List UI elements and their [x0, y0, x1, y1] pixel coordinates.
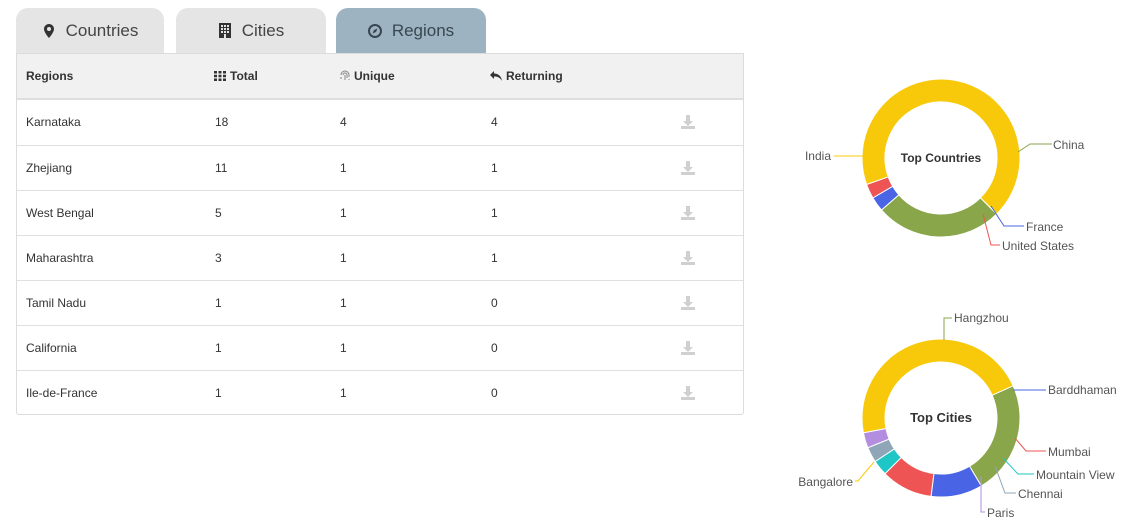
table-row: Karnataka 18 4 4: [17, 100, 743, 145]
leader-line-mumbai: [1014, 437, 1046, 452]
table-row: West Bengal 5 1 1: [17, 190, 743, 236]
leader-line-hangzhou: [943, 317, 952, 340]
slice-label-united-states: United States: [1002, 239, 1074, 253]
top-countries-donut: Top Countries India China France United Sta…: [805, 78, 1085, 253]
slice-label-mountain-view: Mountain View: [1036, 468, 1115, 482]
cell-total: 1: [215, 296, 222, 310]
charts-area: Top Countries India China France United Sta…: [798, 78, 1117, 520]
cell-total: 11: [215, 161, 228, 175]
tab-regions[interactable]: Regions: [336, 8, 486, 53]
tab-label: Regions: [391, 20, 455, 40]
table-row: Zhejiang 11 1 1: [17, 145, 743, 191]
slice-label-chennai: Chennai: [1018, 487, 1063, 501]
top-cities-donut: Top Cities Bangalore Hangzhou Barddhaman Mu…: [798, 311, 1116, 520]
column-header-returning[interactable]: Returning: [490, 54, 563, 98]
slice-label-china: China: [1053, 138, 1085, 152]
cell-region: Karnataka: [26, 115, 81, 129]
cell-unique: 1: [340, 251, 347, 265]
cell-unique: 4: [340, 115, 347, 129]
table-header: Regions Total Unique Returning: [17, 54, 743, 100]
reply-icon: [490, 71, 506, 81]
compass-icon: [367, 23, 382, 39]
download-icon[interactable]: [680, 250, 696, 266]
table-row: Maharashtra 3 1 1: [17, 235, 743, 281]
cell-total: 5: [215, 206, 222, 220]
cell-unique: 1: [340, 206, 347, 220]
fingerprint-icon: [340, 70, 354, 82]
leader-line-bangalore: [855, 461, 875, 482]
cell-returning: 4: [491, 115, 498, 129]
cell-unique: 1: [340, 161, 347, 175]
download-icon[interactable]: [680, 340, 696, 356]
cell-region: Maharashtra: [26, 251, 94, 265]
top-countries-title: Top Countries: [901, 151, 982, 165]
download-icon[interactable]: [680, 295, 696, 311]
map-marker-icon: [42, 23, 56, 39]
leader-line-china: [1017, 143, 1052, 153]
slice-label-barddhaman: Barddhaman: [1048, 383, 1117, 397]
cell-total: 18: [215, 115, 229, 129]
cell-region: Tamil Nadu: [26, 296, 87, 310]
table-row: California 1 1 0: [17, 325, 743, 371]
slice-label-india: India: [805, 149, 831, 163]
slice-label-mumbai: Mumbai: [1048, 445, 1091, 459]
cell-total: 1: [215, 386, 222, 400]
tab-cities[interactable]: Cities: [176, 8, 326, 53]
cell-region: Ile-de-France: [26, 386, 98, 400]
slice-label-hangzhou: Hangzhou: [954, 311, 1009, 325]
cell-unique: 1: [340, 386, 347, 400]
download-icon[interactable]: [680, 114, 696, 130]
tab-label: Cities: [241, 20, 285, 40]
tab-countries[interactable]: Countries: [16, 8, 164, 53]
cell-unique: 1: [340, 341, 347, 355]
column-header-regions[interactable]: Regions: [26, 54, 73, 98]
cell-region: California: [26, 341, 77, 355]
download-icon[interactable]: [680, 160, 696, 176]
download-icon[interactable]: [680, 385, 696, 401]
download-icon[interactable]: [680, 205, 696, 221]
cell-returning: 0: [491, 386, 498, 400]
column-header-unique[interactable]: Unique: [340, 54, 395, 98]
table-row: Tamil Nadu 1 1 0: [17, 280, 743, 326]
top-cities-title: Top Cities: [910, 410, 972, 425]
tab-label: Countries: [65, 20, 139, 40]
slice-label-paris: Paris: [987, 506, 1014, 520]
cell-returning: 1: [491, 161, 498, 175]
cell-returning: 1: [491, 251, 498, 265]
grid-icon: [214, 71, 230, 81]
slice-label-france: France: [1026, 220, 1064, 234]
cell-total: 1: [215, 341, 222, 355]
table-row: Ile-de-France 1 1 0: [17, 370, 743, 416]
cell-unique: 1: [340, 296, 347, 310]
cell-region: West Bengal: [26, 206, 94, 220]
cell-total: 3: [215, 251, 222, 265]
cell-returning: 1: [491, 206, 498, 220]
cell-returning: 0: [491, 296, 498, 310]
slice-hangzhou[interactable]: [968, 385, 1021, 487]
slice-label-bangalore: Bangalore: [798, 475, 853, 489]
column-header-total[interactable]: Total: [214, 54, 258, 98]
regions-table: Regions Total Unique Returning Karnataka…: [16, 53, 744, 415]
slice-china[interactable]: [880, 194, 998, 238]
cell-region: Zhejiang: [26, 161, 73, 175]
cell-returning: 0: [491, 341, 498, 355]
building-icon: [218, 23, 232, 39]
